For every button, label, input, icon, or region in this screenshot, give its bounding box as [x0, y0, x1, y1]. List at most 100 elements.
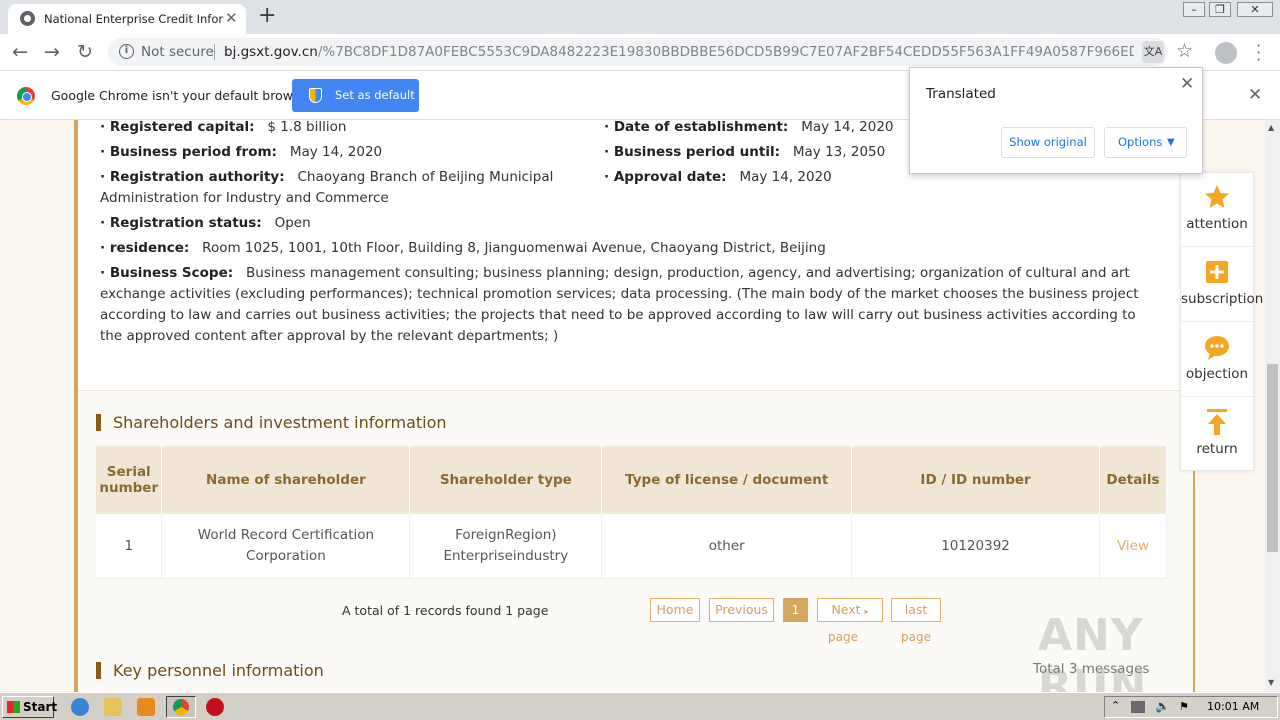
bookmark-star-icon[interactable]: ☆ [1176, 40, 1193, 62]
infobar-close-icon[interactable]: ✕ [1248, 85, 1262, 105]
clock: 10:01 AM [1207, 700, 1260, 713]
registered-capital-value: $ 1.8 billion [267, 120, 347, 135]
last-page-sub: page [901, 630, 931, 644]
approval-label: · Approval date: [604, 169, 727, 185]
period-from-label: · Business period from: [100, 144, 277, 160]
ie-icon[interactable] [71, 698, 89, 716]
windows-taskbar: Start ⌃ 🔈 ⚑ 10:01 AM [0, 692, 1280, 720]
network-icon[interactable] [1131, 701, 1145, 713]
view-link[interactable]: View [1099, 514, 1168, 579]
next-arrow-icon: ▸ [864, 607, 869, 616]
folder-icon[interactable] [104, 698, 122, 716]
popup-close-icon[interactable]: ✕ [1180, 74, 1194, 94]
info-icon[interactable]: i [119, 44, 134, 59]
menu-kebab-icon[interactable]: · · · [1256, 38, 1261, 68]
browser-toolbar: ← → ↻ i Not secure bj.gsxt.gov.cn/%7BC8D… [0, 34, 1280, 71]
new-tab-button[interactable]: + [258, 3, 276, 28]
flag-icon[interactable]: ⚑ [1179, 700, 1189, 713]
options-label: Options [1118, 135, 1163, 149]
scroll-up-icon[interactable]: ▲ [1268, 123, 1274, 132]
period-until-label: · Business period until: [604, 144, 781, 160]
col-name: Name of shareholder [161, 446, 411, 514]
status-value: Open [274, 215, 311, 231]
show-original-button[interactable]: Show original [1001, 127, 1095, 158]
authority-label: · Registration authority: [100, 169, 285, 185]
volume-icon[interactable]: 🔈 [1155, 699, 1170, 713]
records-summary: A total of 1 records found 1 page [342, 603, 549, 618]
approval-value: May 14, 2020 [739, 169, 832, 185]
not-secure-label[interactable]: Not secure [141, 44, 214, 60]
set-as-default-button[interactable]: Set as default [292, 79, 419, 112]
shield-icon [309, 88, 322, 103]
media-player-icon[interactable] [137, 698, 155, 716]
current-page-button[interactable]: 1 [783, 598, 808, 622]
return-button[interactable]: return [1181, 398, 1253, 472]
cell-serial: 1 [96, 514, 163, 579]
side-panel: attention subscription objection return [1180, 172, 1263, 472]
url-text[interactable]: bj.gsxt.gov.cn/%7BC8DF1D87A0FEBC5553C9DA… [224, 44, 1134, 60]
subscription-button[interactable]: subscription [1181, 248, 1263, 322]
back-icon[interactable]: ← [12, 41, 28, 63]
period-from-value: May 14, 2020 [289, 144, 383, 160]
page-viewport: · Registered capital: $ 1.8 billion · Da… [0, 120, 1265, 692]
close-window-button[interactable]: ✕ [1237, 2, 1273, 17]
tab-title: National Enterprise Credit Information [44, 12, 224, 26]
next-label: Next [831, 602, 861, 617]
star-icon [1205, 185, 1229, 208]
translate-popup-title: Translated [926, 86, 996, 102]
profile-avatar[interactable] [1215, 42, 1237, 64]
col-details: Details [1099, 446, 1168, 514]
dropdown-icon: ▼ [1167, 137, 1175, 148]
url-path: /%7BC8DF1D87A0FEBC5553C9DA8482223E19830B… [317, 44, 1134, 60]
minimize-button[interactable]: – [1183, 2, 1205, 17]
tray-expand-icon[interactable]: ⌃ [1111, 699, 1120, 712]
set-as-default-label: Set as default [335, 88, 415, 102]
tab-close-icon[interactable]: ✕ [225, 9, 238, 27]
establishment-label: · Date of establishment: [604, 120, 789, 135]
arrow-up-icon [1207, 409, 1227, 435]
objection-button[interactable]: objection [1181, 323, 1253, 397]
browser-tab[interactable]: National Enterprise Credit Information ✕ [8, 4, 246, 34]
translate-popup: Translated ✕ Show original Options ▼ [909, 67, 1203, 174]
col-license: Type of license / document [601, 446, 853, 514]
previous-page-button[interactable]: Previous [709, 598, 774, 622]
scrollbar-thumb[interactable] [1267, 364, 1278, 552]
divider [214, 44, 215, 60]
last-page-button[interactable]: last [891, 598, 941, 622]
options-button[interactable]: Options ▼ [1104, 127, 1187, 158]
translate-icon[interactable]: 文A [1142, 41, 1164, 63]
scroll-down-icon[interactable]: ▼ [1268, 678, 1274, 687]
next-page-sub: page [828, 630, 858, 644]
status-label: · Registration status: [100, 215, 262, 231]
infobar-message: Google Chrome isn't your default browser [51, 88, 313, 103]
plus-square-icon [1206, 261, 1228, 283]
chrome-logo-icon [17, 87, 35, 105]
attention-button[interactable]: attention [1181, 173, 1253, 247]
scope-label: · Business Scope: [100, 265, 234, 281]
forward-icon[interactable]: → [44, 41, 60, 63]
chrome-taskbar-button[interactable] [166, 696, 196, 718]
objection-label: objection [1185, 366, 1249, 382]
stop-icon[interactable] [206, 698, 224, 716]
globe-icon [20, 11, 35, 26]
return-label: return [1196, 441, 1238, 457]
system-tray: ⌃ 🔈 ⚑ 10:01 AM [1104, 696, 1278, 718]
watermark-logo: ANY RUN [1038, 610, 1148, 692]
shareholders-title: Shareholders and investment information [96, 414, 447, 431]
cell-license: other [601, 514, 853, 579]
home-page-button[interactable]: Home [650, 598, 700, 622]
table-row: 1 World Record Certification Corporation… [96, 514, 1168, 579]
personnel-title: Key personnel information [96, 662, 324, 679]
restore-button[interactable]: ❐ [1209, 2, 1231, 17]
col-id: ID / ID number [851, 446, 1100, 514]
reload-icon[interactable]: ↻ [77, 41, 93, 63]
next-page-button[interactable]: Next ▸ [817, 598, 883, 622]
address-bar[interactable]: i Not secure bj.gsxt.gov.cn/%7BC8DF1D87A… [108, 38, 1168, 66]
chat-icon [1205, 336, 1229, 360]
cell-type: ForeignRegion) Enterpriseindustry [409, 514, 603, 579]
attention-label: attention [1186, 216, 1248, 232]
windows-logo-icon [7, 701, 20, 713]
content-frame: · Registered capital: $ 1.8 billion · Da… [74, 120, 1195, 692]
page-scrollbar[interactable]: ▲ ▼ [1265, 120, 1280, 692]
start-button[interactable]: Start [2, 696, 57, 718]
